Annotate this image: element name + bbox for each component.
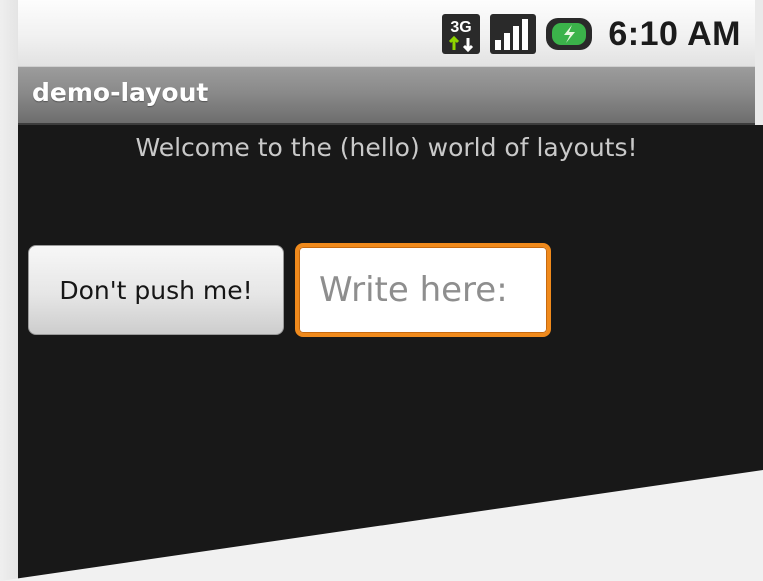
- status-clock: 6:10 AM: [608, 14, 741, 53]
- welcome-text: Welcome to the (hello) world of layouts!: [135, 133, 638, 162]
- write-here-input[interactable]: [295, 243, 551, 337]
- status-icons: 3G 6:10 AM: [442, 12, 741, 56]
- device-frame-left: [0, 0, 18, 581]
- dont-push-button[interactable]: Don't push me!: [28, 245, 284, 335]
- phone-screen: 3G 6:10 AM demo-layout Welcome to the (h…: [0, 0, 763, 581]
- status-bar: 3G 6:10 AM: [18, 0, 755, 67]
- battery-charging-icon: [546, 14, 593, 54]
- app-title: demo-layout: [32, 78, 209, 107]
- signal-strength-icon: [490, 14, 537, 54]
- app-title-bar: demo-layout: [18, 67, 755, 125]
- svg-text:3G: 3G: [451, 19, 472, 36]
- 3g-data-icon: 3G: [442, 14, 481, 54]
- main-content: Welcome to the (hello) world of layouts!…: [18, 125, 763, 581]
